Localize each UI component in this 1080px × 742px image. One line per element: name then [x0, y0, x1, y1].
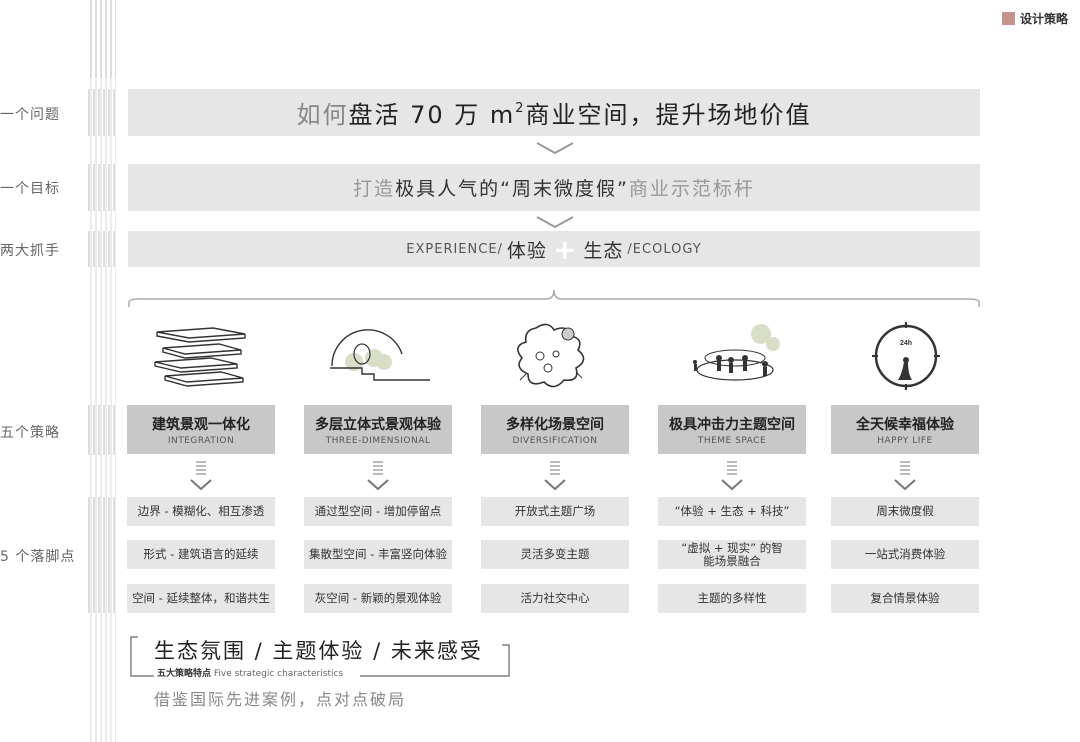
- strategy-card: 多样化场景空间 DIVERSIFICATION: [481, 405, 629, 454]
- row-stripe: [88, 164, 116, 211]
- problem-band: 如何 盘活 70 万 m2 商业空间，提升场地价值: [128, 89, 980, 136]
- levers-cn-left: 体验: [506, 239, 547, 262]
- row-stripe: [88, 231, 116, 267]
- row-label-points: 5 个落脚点: [0, 549, 76, 565]
- levers-band: EXPERIENCE/ 体验 + 生态 /ECOLOGY: [128, 231, 980, 267]
- point-cell: 集散型空间 - 丰富竖向体验: [304, 540, 452, 569]
- arrow-down-icon: [367, 461, 389, 491]
- characteristics-sub-en: Five strategic characteristics: [213, 669, 344, 679]
- strategy-card: 全天候幸福体验 HAPPY LIFE: [831, 405, 979, 454]
- header-accent-square: [1001, 12, 1015, 25]
- strategy-card: 建筑景观一体化 INTEGRATION: [127, 405, 275, 454]
- characteristics-sub-cn: 五大策略特点: [157, 669, 212, 679]
- goal-suffix: 商业示范标杆: [628, 178, 755, 200]
- strategy-title: 多层立体式景观体验: [315, 416, 441, 433]
- point-cell: “体验 + 生态 + 科技”: [658, 497, 806, 526]
- row-stripe: [88, 405, 116, 455]
- section-header: 设计策略: [1001, 10, 1068, 27]
- strategy-title: 建筑景观一体化: [152, 416, 250, 433]
- strategy-subtitle: THREE-DIMENSIONAL: [325, 435, 431, 446]
- problem-text2: 商业空间，提升场地价值: [525, 101, 812, 129]
- strategy-subtitle: INTEGRATION: [167, 435, 235, 446]
- point-cell: 主题的多样性: [658, 584, 806, 613]
- goal-emph: 极具人气的: [395, 178, 501, 200]
- arrow-down-icon: [721, 461, 743, 491]
- clock-label: 24h: [900, 340, 912, 347]
- point-cell: 开放式主题广场: [481, 497, 629, 526]
- goal-band: 打造 极具人气的 “周末微度假” 商业示范标杆: [128, 164, 980, 211]
- point-cell: 形式 - 建筑语言的延续: [127, 540, 275, 569]
- strategy-title: 多样化场景空间: [506, 416, 604, 433]
- point-cell: 活力社交中心: [481, 584, 629, 613]
- arrow-down-icon: [894, 461, 916, 491]
- chevron-down-icon: [536, 142, 574, 155]
- row-label-levers: 两大抓手: [0, 243, 60, 259]
- terraced-dome-icon: [330, 329, 430, 381]
- row-stripe: [88, 89, 116, 136]
- strategy-card: 多层立体式景观体验 THREE-DIMENSIONAL: [304, 405, 452, 454]
- levers-cn-right: 生态: [583, 239, 624, 262]
- header-title: 设计策略: [1019, 12, 1068, 26]
- people-gathering-icon: [693, 324, 780, 381]
- point-cell: 空间 - 延续整体，和谐共生: [127, 584, 275, 613]
- characteristics-subtitle: 五大策略特点 Five strategic characteristics: [157, 666, 343, 679]
- problem-prefix: 如何: [296, 101, 349, 129]
- diverse-bubble-icon: [517, 323, 585, 388]
- point-cell: 周末微度假: [831, 497, 979, 526]
- goal-prefix: 打造: [353, 178, 396, 200]
- row-label-problem: 一个问题: [0, 107, 60, 123]
- strategy-card: 极具冲击力主题空间 THEME SPACE: [658, 405, 806, 454]
- arrow-down-icon: [544, 461, 566, 491]
- problem-text1: 盘活 70 万 m: [348, 101, 516, 129]
- point-cell: 通过型空间 - 增加停留点: [304, 497, 452, 526]
- goal-quote: “周末微度假”: [500, 178, 629, 200]
- clock-24h-icon: 24h: [872, 322, 940, 390]
- row-stripe: [88, 497, 116, 613]
- levers-en-left: EXPERIENCE/: [406, 241, 503, 257]
- plus-icon: +: [552, 232, 578, 266]
- row-label-strategies: 五个策略: [0, 425, 60, 441]
- row-label-goal: 一个目标: [0, 181, 60, 197]
- chevron-down-icon: [536, 216, 574, 229]
- strategy-subtitle: THEME SPACE: [697, 435, 767, 446]
- problem-sup: 2: [515, 101, 526, 116]
- footer-note: 借鉴国际先进案例，点对点破局: [154, 690, 407, 709]
- point-cell: 边界 - 模糊化、相互渗透: [127, 497, 275, 526]
- strategy-subtitle: HAPPY LIFE: [877, 435, 933, 446]
- brace-connector: [128, 289, 980, 307]
- strategy-title: 极具冲击力主题空间: [669, 416, 795, 433]
- characteristics-title: 生态氛围 / 主题体验 / 未来感受: [154, 639, 483, 663]
- point-cell: 灰空间 - 新颖的景观体验: [304, 584, 452, 613]
- point-cell: 复合情景体验: [831, 584, 979, 613]
- strategy-title: 全天候幸福体验: [856, 416, 954, 433]
- stacked-slabs-icon: [154, 327, 246, 387]
- strategy-subtitle: DIVERSIFICATION: [512, 435, 598, 446]
- point-cell: 灵活多变主题: [481, 540, 629, 569]
- levers-en-right: /ECOLOGY: [627, 241, 702, 257]
- top-stripes: [90, 0, 116, 78]
- point-cell: 一站式消费体验: [831, 540, 979, 569]
- point-cell: “虚拟 + 现实” 的智能场景融合: [658, 540, 806, 569]
- arrow-down-icon: [190, 461, 212, 491]
